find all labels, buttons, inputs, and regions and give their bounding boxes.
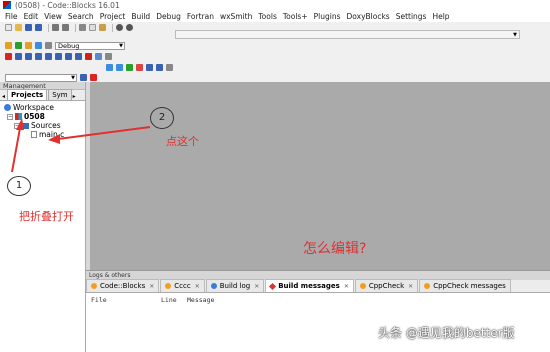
annotation-arrows <box>11 118 151 173</box>
arrow-to-main-c <box>57 126 151 140</box>
arrow-head <box>16 118 24 130</box>
codeblocks-window: (0508) - Code::Blocks 16.01 File Edit Vi… <box>0 0 550 352</box>
arrow-to-folder-toggle <box>11 127 21 173</box>
question-text: 怎么编辑? <box>303 241 367 257</box>
arrow-head <box>48 134 60 144</box>
watermark: 头条 @遇见我的better版 <box>378 326 515 340</box>
step-1-marker: 1 <box>7 176 31 196</box>
step-2-marker: 2 <box>150 107 174 129</box>
step-2-instruction: 点这个 <box>166 135 199 148</box>
step-1-instruction: 把折叠打开 <box>19 210 74 223</box>
